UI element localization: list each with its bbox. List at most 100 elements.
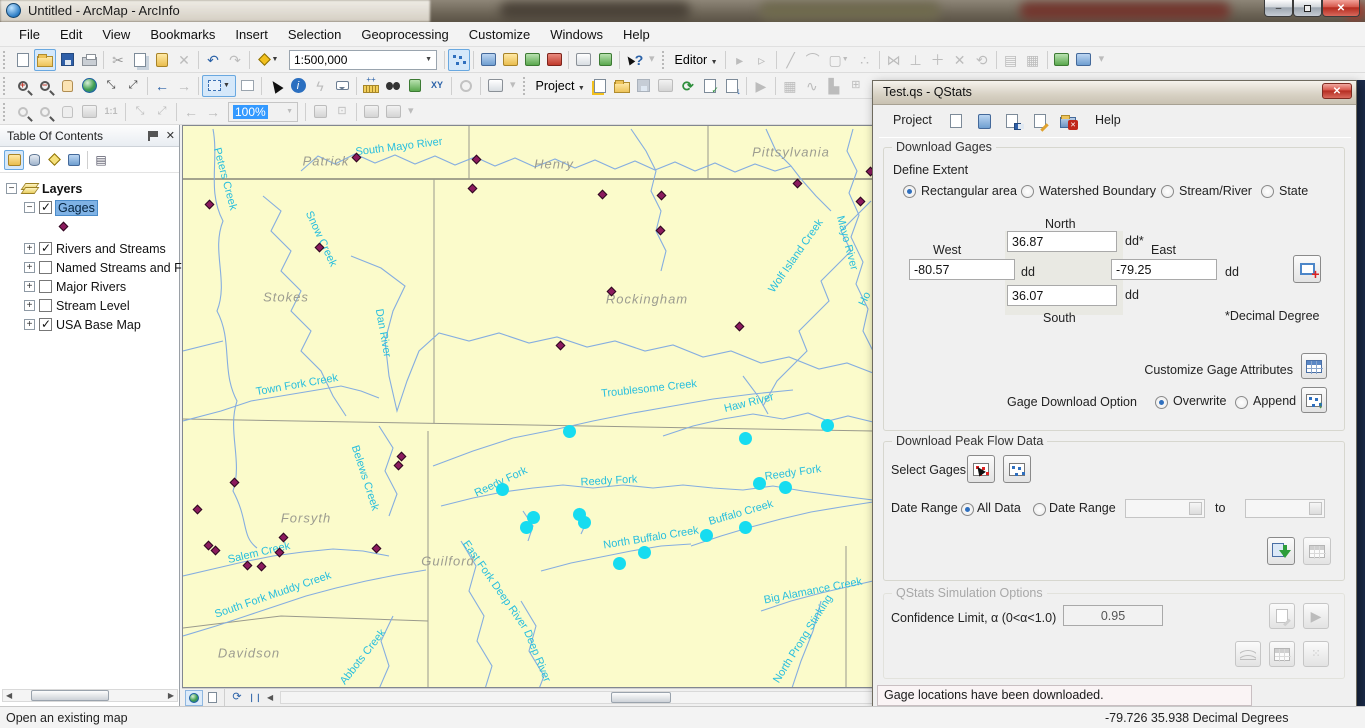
qstats-open-project-button[interactable] [973,110,995,132]
menu-insert[interactable]: Insert [226,24,277,45]
layout-zoom-combo[interactable]: 100% ▼ [228,101,298,122]
layer-checkbox-checked[interactable] [39,200,52,214]
go-to-xy-button[interactable]: XY [426,75,448,97]
close-panel-icon[interactable]: ✕ [166,129,175,142]
edit-annotation-tool-button[interactable]: ▹ [751,49,773,71]
pin-icon[interactable] [147,130,158,141]
focus-data-frame-button[interactable]: ⊡ [331,101,353,123]
customize-gage-attributes-button[interactable] [1301,353,1327,379]
straight-segment-tool-button[interactable]: ╱ [780,49,802,71]
endpoint-arc-tool-button[interactable]: ⌒ [802,49,824,71]
project-menu-button[interactable]: Project ▼ [532,79,589,93]
save-button[interactable] [56,49,78,71]
download-option-label[interactable]: Append [1253,394,1296,408]
date-option-label[interactable]: Date Range [1049,501,1116,515]
full-extent-button[interactable] [78,75,100,97]
layer-checkbox-unchecked[interactable] [39,261,52,274]
select-all-gages-button[interactable] [1003,455,1031,483]
qstats-close-project-button[interactable]: ✕ [1057,110,1079,132]
print-button[interactable] [78,49,100,71]
export-project-button[interactable]: ↓ [721,75,743,97]
back-page-button[interactable]: ← [180,101,202,123]
find-button[interactable] [382,75,404,97]
run-simulation-button[interactable]: ▶ [1303,603,1329,629]
forward-page-button[interactable]: → [202,101,224,123]
toc-layer-usa-base-map[interactable]: + USA Base Map [24,315,179,334]
restore-button[interactable] [1293,0,1322,17]
run-button[interactable]: ▶ [750,75,772,97]
menu-windows[interactable]: Windows [541,24,612,45]
editor-menu-button[interactable]: Editor ▼ [671,53,722,67]
scroll-left-arrow[interactable]: ◀ [264,693,276,702]
qstats-close-button[interactable]: ✕ [1322,83,1352,99]
measure-button[interactable]: ++ [360,75,382,97]
layer-label[interactable]: Rivers and Streams [56,242,166,256]
pan-page-button[interactable] [56,101,78,123]
layer-label[interactable]: Major Rivers [56,280,126,294]
expand-icon[interactable]: + [24,243,35,254]
qstats-project-menu[interactable]: Project [893,113,932,127]
sketch-properties-button[interactable]: ▦ [1022,49,1044,71]
show-graph-button[interactable]: ∿ [801,75,823,97]
trace-tool-button[interactable]: ∴ [854,49,876,71]
attributes-button[interactable]: ▤ [1000,49,1022,71]
layer-label[interactable]: Stream Level [56,299,130,313]
validate-project-button[interactable]: ✓ [699,75,721,97]
construction-tools-button[interactable]: ▢ ▼ [824,49,854,71]
confidence-limit-input[interactable] [1063,605,1163,626]
download-option-radio-append[interactable] [1235,396,1248,409]
date-to-input[interactable] [1245,499,1325,518]
go-back-extent-button[interactable]: ← [151,75,173,97]
layer-label-selected[interactable]: Gages [55,199,98,216]
extent-option-label[interactable]: State [1279,184,1308,198]
refresh-project-button[interactable]: ⟳ [677,75,699,97]
menu-file[interactable]: File [10,24,49,45]
rotate-tool-button[interactable]: ⊥ [905,49,927,71]
copy-project-button[interactable] [655,75,677,97]
toolbar-grip[interactable] [3,76,8,95]
modelbuilder-button[interactable] [594,49,616,71]
reshape-tool-button[interactable]: ＋ [927,49,949,71]
show-chart-button[interactable]: ▙ [823,75,845,97]
collapse-icon[interactable]: − [24,202,35,213]
select-gages-interactive-button[interactable] [967,455,995,483]
table-of-contents-window-button[interactable] [477,49,499,71]
toc-layer-gages[interactable]: − Gages [24,198,179,217]
snapping-button[interactable] [1051,49,1073,71]
menu-bookmarks[interactable]: Bookmarks [141,24,224,45]
layer-label[interactable]: USA Base Map [56,318,141,332]
zoom-in-button[interactable]: + [12,75,34,97]
download-gages-button[interactable]: ↓ [1301,387,1327,413]
download-option-radio-overwrite[interactable] [1155,396,1168,409]
fixed-zoom-in-page-button[interactable]: ⤡ [129,101,151,123]
toolbar-overflow[interactable]: ▾ [408,106,414,117]
catalog-window-button[interactable] [499,49,521,71]
extent-radio-state[interactable] [1261,185,1274,198]
peak-flow-table-button[interactable] [1303,537,1331,565]
cut-polygons-button[interactable]: ✕ [949,49,971,71]
html-popup-button[interactable] [331,75,353,97]
extent-option-label[interactable]: Rectangular area [921,184,1017,198]
scatter-plot-button[interactable]: ⁙ [1303,641,1329,667]
extent-option-label[interactable]: Watershed Boundary [1039,184,1156,198]
frequency-curve-button[interactable] [1235,641,1261,667]
paste-button[interactable] [151,49,173,71]
redo-button[interactable]: ↷ [224,49,246,71]
south-coordinate-input[interactable] [1007,285,1117,306]
select-elements-button[interactable] [265,75,287,97]
add-data-button[interactable]: ▼ [253,49,285,71]
show-table-button[interactable]: ▦ [779,75,801,97]
expand-icon[interactable]: + [24,262,35,273]
clear-selection-button[interactable] [236,75,258,97]
extent-radio-stream-river[interactable] [1161,185,1174,198]
layer-checkbox-unchecked[interactable] [39,299,52,312]
results-table-button[interactable] [1269,641,1295,667]
extent-radio-rectangular[interactable] [903,185,916,198]
list-by-selection-button[interactable] [64,150,84,170]
collapse-icon[interactable]: − [6,183,17,194]
open-document-button[interactable] [34,48,56,71]
layer-checkbox-unchecked[interactable] [39,280,52,293]
split-tool-button[interactable]: ⋈ [883,49,905,71]
pan-button[interactable] [56,75,78,97]
delete-button[interactable]: ✕ [173,49,195,71]
